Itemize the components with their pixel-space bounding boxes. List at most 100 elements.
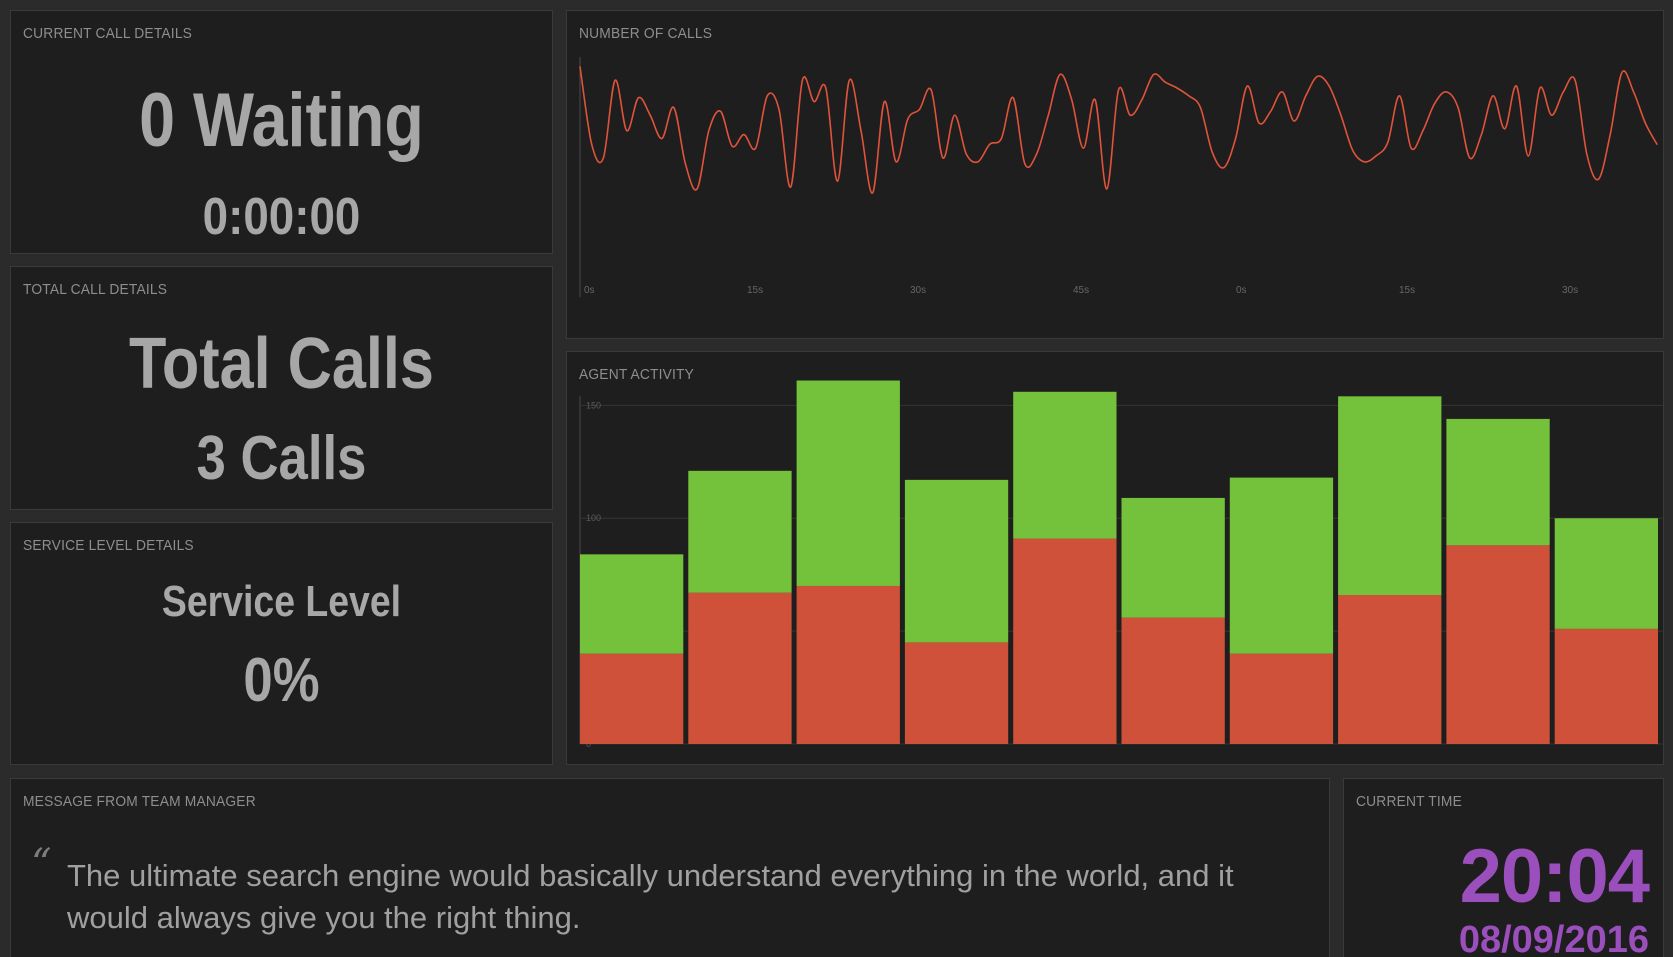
agent-activity-chart: 050100150 [579,380,1663,749]
calls-point [731,145,733,148]
calls-point [918,108,921,111]
bar-green [580,554,684,654]
bar-green [1554,518,1658,629]
calls-point [1141,98,1143,101]
x-tick-label: 45s [1073,285,1089,296]
calls-point [1398,95,1401,97]
bar-green [1121,497,1225,618]
calls-point [1035,153,1038,155]
calls-point [672,106,675,109]
calls-point [942,157,944,159]
calls-point [930,89,932,91]
calls-point [1433,102,1436,105]
calls-point [1574,79,1576,82]
calls-point [871,192,874,194]
x-tick-label: 30s [1562,285,1578,296]
calls-point [637,96,640,99]
bar-green [1446,418,1550,546]
calls-point [1480,133,1483,136]
calls-point [848,79,851,82]
calls-point [1082,147,1085,149]
calls-point [836,180,839,182]
calls-point [883,100,886,103]
waiting-count: 0 Waiting [139,78,424,163]
calls-point [1211,151,1213,153]
calls-point [1375,155,1377,157]
calls-point [754,147,757,149]
calls-point [789,186,792,188]
bar-green [904,479,1009,643]
bar-red [1013,538,1117,744]
x-tick-label: 0s [584,285,595,296]
bar-red [904,642,1009,744]
total-call-panel: TOTAL CALL DETAILS Total Calls 3 Calls [10,266,553,510]
message-title: MESSAGE FROM TEAM MANAGER [23,793,256,810]
calls-point [696,188,698,190]
calls-point [860,129,862,132]
current-time-panel: CURRENT TIME 20:04 08/09/2016 [1343,778,1664,957]
calls-point [602,157,605,159]
calls-point [743,133,745,136]
waiting-timer: 0:00:00 [202,188,361,246]
bar-red [1229,653,1334,744]
bar-green [1013,391,1117,539]
calls-point [649,114,652,116]
calls-point [766,95,769,97]
calls-point [1129,114,1132,116]
calls-point [707,129,710,132]
calls-point [1199,106,1202,109]
bar-red [580,653,684,744]
calls-point [1059,73,1061,76]
left-quote-icon: “ [31,841,52,887]
calls-point [1609,133,1611,136]
calls-point [1012,96,1014,99]
x-tick-label: 15s [1399,285,1415,296]
calls-point [1585,153,1588,155]
calls-point [801,79,804,82]
calls-point [1597,178,1600,181]
y-tick-label: 150 [586,400,601,410]
current-time-title: CURRENT TIME [1356,793,1462,810]
calls-point [1527,155,1530,157]
calls-point [626,129,628,132]
calls-point [778,108,780,111]
calls-point [1328,85,1331,87]
x-tick-label: 15s [747,285,763,296]
bar-green [796,380,900,586]
calls-point [1492,95,1494,97]
calls-point [1234,137,1237,140]
bar-red [796,585,900,744]
message-panel: MESSAGE FROM TEAM MANAGER “ The ultimate… [10,778,1330,957]
calls-point [1386,141,1389,144]
service-level-title: SERVICE LEVEL DETAILS [23,537,194,554]
calls-point [813,100,815,103]
bar-green [1229,477,1334,654]
total-calls-value: 3 Calls [196,424,367,493]
x-tick-label: 0s [1236,285,1247,296]
calls-point [977,160,979,163]
calls-point [1047,114,1050,116]
bar-green [1338,396,1442,595]
calls-point [1632,91,1635,93]
agent-activity-panel: AGENT ACTIVITY 050100150 [566,351,1664,765]
calls-point [1644,122,1647,124]
calls-series-line [579,66,1658,194]
calls-point [1094,98,1096,101]
calls-point [988,143,991,146]
x-tick-label: 30s [910,285,926,296]
bar-red [1554,628,1658,744]
calls-point [825,87,827,89]
calls-point [1305,95,1307,97]
calls-point [1000,137,1003,140]
calls-point [906,118,909,120]
calls-point [614,79,616,82]
calls-point [1363,160,1366,163]
calls-point [1351,149,1354,151]
bar-red [1446,545,1550,744]
calls-point [579,65,581,68]
clock-date: 08/09/2016 [1458,919,1649,957]
calls-point [1316,75,1319,78]
calls-point [1656,143,1658,146]
service-level-heading: Service Level [161,577,402,626]
calls-point [953,114,956,116]
